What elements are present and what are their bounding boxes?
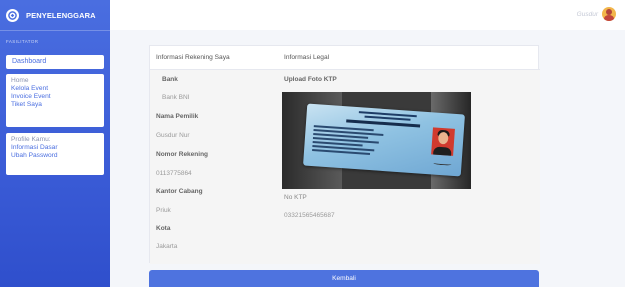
sidebar-item-ubah-password[interactable]: Ubah Password	[11, 152, 99, 160]
sidebar-menu-card: Home Kelola Event Invoice Event Tiket Sa…	[6, 74, 104, 127]
sidebar-item-tiket-saya[interactable]: Tiket Saya	[11, 101, 99, 109]
sidebar-item-kelola-event[interactable]: Kelola Event	[11, 85, 99, 93]
bank-value: Bank BNI	[162, 94, 190, 101]
sidebar-item-dashboard[interactable]: Dashboard	[12, 58, 98, 66]
city-value: Jakarta	[156, 243, 178, 250]
branch-label: Kantor Cabang	[156, 188, 203, 195]
sidebar-item-informasi-dasar[interactable]: Informasi Dasar	[11, 144, 99, 152]
tab-informasi-legal[interactable]: Informasi Legal	[284, 54, 329, 61]
city-label: Kota	[156, 225, 171, 232]
account-number-label: Nomor Rekening	[156, 151, 209, 158]
ktp-photo[interactable]	[282, 92, 471, 189]
sidebar: PENYELENGGARA FASILITATOR Dashboard Home…	[0, 0, 110, 287]
sidebar-item-home[interactable]: Home	[11, 77, 99, 85]
brand[interactable]: PENYELENGGARA	[0, 0, 110, 30]
upload-ktp-label: Upload Foto KTP	[284, 76, 337, 83]
sidebar-heading: FASILITATOR	[6, 39, 39, 44]
tab-informasi-rekening[interactable]: Informasi Rekening Saya	[156, 54, 230, 61]
user-avatar-icon[interactable]	[602, 7, 616, 21]
owner-value: Gusdur Nur	[156, 132, 190, 139]
user-name[interactable]: Gusdur	[577, 11, 598, 18]
ktp-number-value: 03321565465687	[284, 212, 335, 219]
sidebar-dashboard-card: Dashboard	[6, 55, 104, 69]
back-button[interactable]: Kembali	[149, 270, 539, 287]
branch-value: Priuk	[156, 207, 171, 214]
sidebar-profile-heading: Profile Kamu:	[11, 136, 51, 143]
sidebar-profile-card: Profile Kamu: Informasi Dasar Ubah Passw…	[6, 133, 104, 175]
account-number-value: 0113775864	[156, 170, 192, 177]
sidebar-divider	[0, 30, 110, 31]
account-info-card: Informasi Rekening Saya Informasi Legal …	[149, 45, 540, 264]
brand-logo-icon	[6, 8, 19, 22]
ktp-number-label: No KTP	[284, 194, 307, 201]
bank-label: Bank	[162, 76, 178, 83]
brand-name: PENYELENGGARA	[26, 10, 96, 20]
owner-label: Nama Pemilik	[156, 113, 199, 120]
topbar: Gusdur	[110, 0, 625, 30]
sidebar-item-invoice-event[interactable]: Invoice Event	[11, 93, 99, 101]
